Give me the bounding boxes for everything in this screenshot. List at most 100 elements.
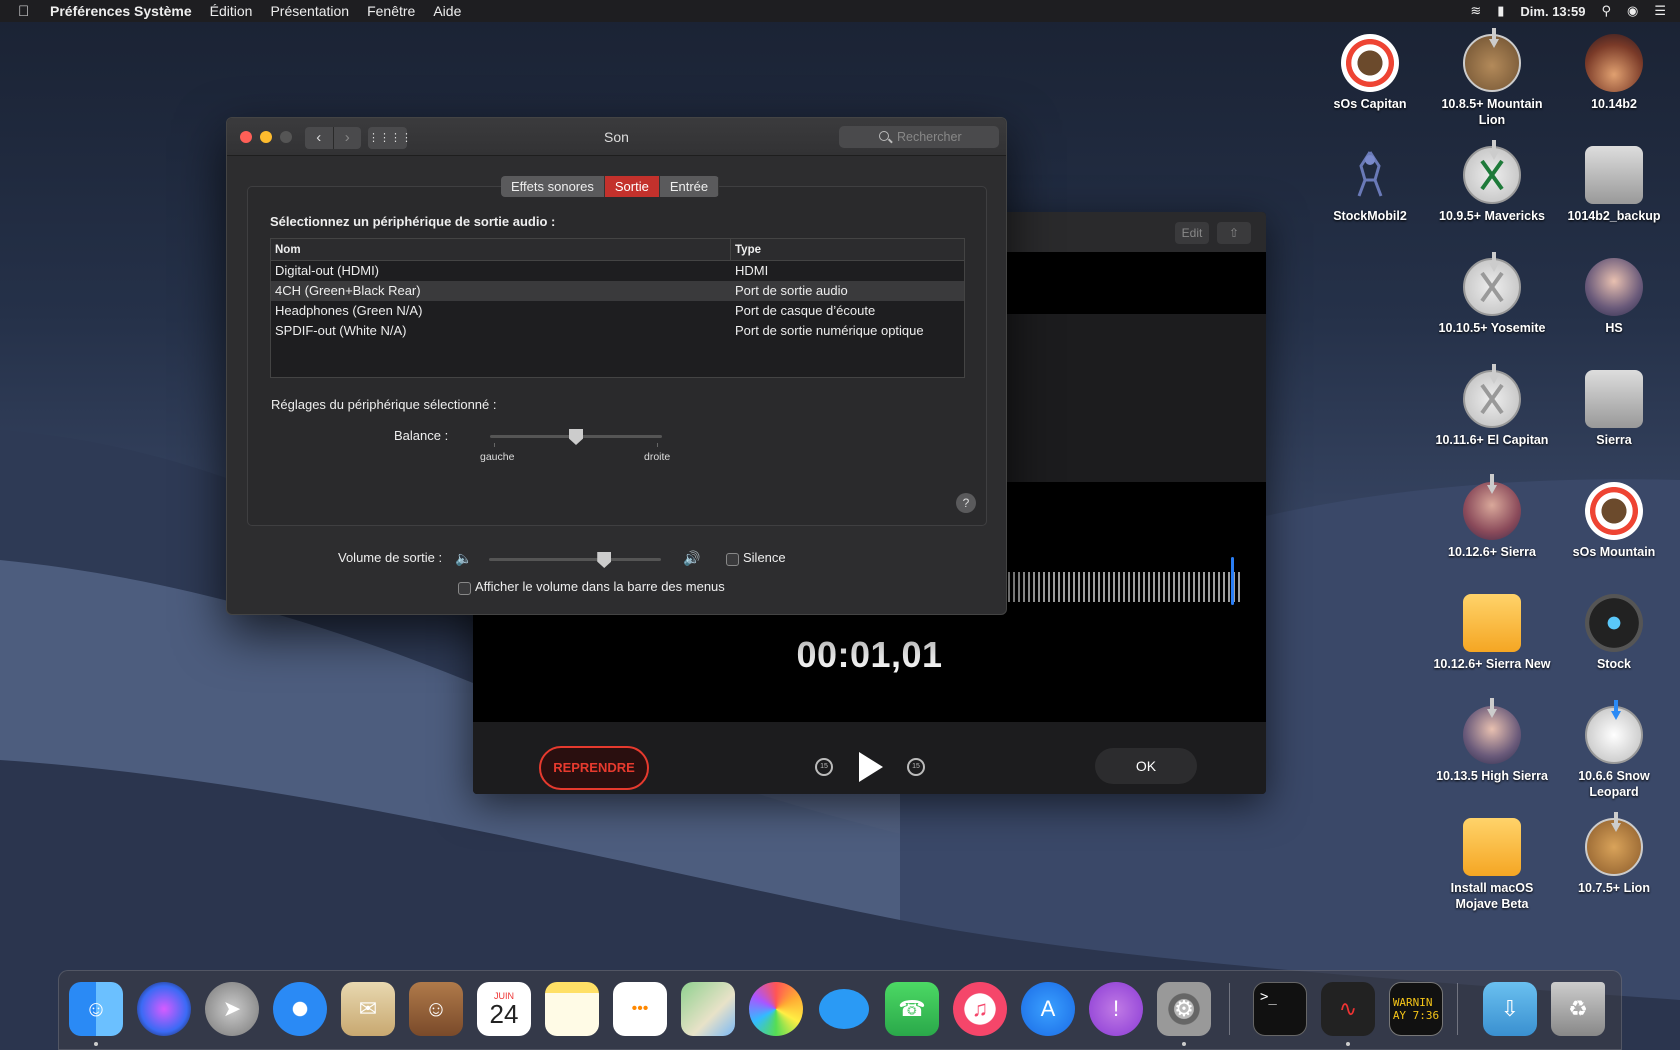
menu-presentation[interactable]: Présentation xyxy=(270,3,349,19)
output-device-table: Nom Type Digital-out (HDMI) HDMI 4CH (Gr… xyxy=(270,238,965,378)
balance-tick-left xyxy=(494,443,495,447)
output-volume-slider-thumb[interactable] xyxy=(597,552,612,568)
desktop-icon-sos-mountain[interactable]: sOs Mountain xyxy=(1554,482,1674,560)
desktop-icon-stockmobil2[interactable]: StockMobil2 xyxy=(1310,146,1430,224)
app-store-icon[interactable]: A xyxy=(1021,982,1075,1036)
siri-icon[interactable] xyxy=(137,982,191,1036)
desktop-icon-1014b2-backup[interactable]: 1014b2_backup xyxy=(1554,146,1674,224)
maps-icon[interactable] xyxy=(681,982,735,1036)
wifi-icon[interactable]: ≋ xyxy=(1470,3,1481,19)
ok-button[interactable]: OK xyxy=(1095,748,1197,784)
safari-icon[interactable] xyxy=(273,982,327,1036)
terminal-icon[interactable]: >_ xyxy=(1253,982,1307,1036)
show-volume-in-menubar-label: Afficher le volume dans la barre des men… xyxy=(475,579,725,594)
desktop-icon-yosemite[interactable]: 10.10.5+ Yosemite xyxy=(1432,252,1552,336)
voice-memos-icon[interactable]: ∿ xyxy=(1321,982,1375,1036)
device-type: Port de sortie numérique optique xyxy=(735,323,924,338)
dock-separator xyxy=(1457,983,1458,1035)
feedback-icon[interactable]: ! xyxy=(1089,982,1143,1036)
os-x-installer-icon xyxy=(1463,140,1521,204)
menu-edition[interactable]: Édition xyxy=(210,3,253,19)
robot-icon xyxy=(1341,146,1399,204)
os-x-installer-icon xyxy=(1463,252,1521,316)
reminders-icon[interactable]: ••• xyxy=(613,982,667,1036)
edit-button[interactable]: Edit xyxy=(1175,222,1209,244)
desktop-icon-label: 10.6.6 Snow Leopard xyxy=(1578,769,1650,799)
desktop-icon-mavericks[interactable]: 10.9.5+ Mavericks xyxy=(1432,140,1552,224)
notification-center-icon[interactable]: ☰ xyxy=(1654,3,1666,19)
help-button[interactable]: ? xyxy=(956,493,976,513)
photos-icon[interactable] xyxy=(749,982,803,1036)
desktop-icon-10-14b2[interactable]: 10.14b2 xyxy=(1554,34,1674,112)
downloads-folder-icon[interactable]: ⇩ xyxy=(1483,982,1537,1036)
search-field[interactable]: Rechercher xyxy=(839,126,999,148)
system-preferences-icon[interactable]: ⚙ xyxy=(1157,982,1211,1036)
messages-icon[interactable] xyxy=(817,982,871,1036)
battery-icon[interactable]: ▮ xyxy=(1497,3,1504,19)
itunes-icon[interactable]: ♫ xyxy=(953,982,1007,1036)
speaker-low-icon: 🔈 xyxy=(455,550,473,566)
sound-preferences-window: ‹ › ⋮⋮⋮⋮ Son Rechercher Sélectionnez un … xyxy=(226,117,1007,615)
table-row[interactable]: Headphones (Green N/A) Port de casque d’… xyxy=(271,301,964,321)
desktop-icon-sierra-installer[interactable]: 10.12.6+ Sierra xyxy=(1432,474,1552,560)
desktop-icon-hs[interactable]: HS xyxy=(1554,258,1674,336)
resume-button[interactable]: REPRENDRE xyxy=(539,746,649,790)
tab-sound-effects[interactable]: Effets sonores xyxy=(501,176,605,197)
desktop-icon-snow-leopard[interactable]: 10.6.6 Snow Leopard xyxy=(1554,700,1674,800)
finder-icon[interactable]: ☺ xyxy=(69,982,123,1036)
tab-input[interactable]: Entrée xyxy=(659,176,720,197)
facetime-icon[interactable]: ☎ xyxy=(885,982,939,1036)
skip-back-15-icon[interactable]: 15 xyxy=(815,758,833,776)
desktop-icon-high-sierra[interactable]: 10.13.5 High Sierra xyxy=(1432,698,1552,784)
menu-help[interactable]: Aide xyxy=(433,3,461,19)
mail-icon[interactable]: ✉ xyxy=(341,982,395,1036)
spotlight-search-icon[interactable]: ⚲ xyxy=(1601,3,1611,19)
column-header-type[interactable]: Type xyxy=(731,239,964,260)
desktop-icon-label: 10.13.5 High Sierra xyxy=(1436,769,1548,783)
skip-forward-15-icon[interactable]: 15 xyxy=(907,758,925,776)
section-heading: Sélectionnez un périphérique de sortie a… xyxy=(270,214,556,229)
output-volume-slider[interactable] xyxy=(489,558,661,561)
mute-checkbox[interactable] xyxy=(726,553,739,566)
desktop-icon-sierra[interactable]: Sierra xyxy=(1554,370,1674,448)
column-header-name[interactable]: Nom xyxy=(271,239,731,260)
balance-label: Balance : xyxy=(394,428,449,443)
device-name: 4CH (Green+Black Rear) xyxy=(275,283,421,298)
desktop-icon-install-mojave[interactable]: Install macOS Mojave Beta xyxy=(1432,818,1552,912)
calendar-icon[interactable]: JUIN 24 xyxy=(477,982,531,1036)
table-row-selected[interactable]: 4CH (Green+Black Rear) Port de sortie au… xyxy=(271,281,964,301)
playhead[interactable] xyxy=(1231,557,1234,605)
desktop-icon-mountain-lion[interactable]: 10.8.5+ Mountain Lion xyxy=(1432,28,1552,128)
table-row[interactable]: SPDIF-out (White N/A) Port de sortie num… xyxy=(271,321,964,341)
device-name: Digital-out (HDMI) xyxy=(275,263,380,278)
menu-app-name[interactable]: Préférences Système xyxy=(50,3,192,19)
tab-output[interactable]: Sortie xyxy=(604,176,660,197)
notes-icon[interactable] xyxy=(545,982,599,1036)
siri-icon[interactable]: ◉ xyxy=(1627,3,1638,19)
desktop-icon-el-capitan[interactable]: 10.11.6+ El Capitan xyxy=(1432,364,1552,448)
mojave-icon xyxy=(1585,34,1643,92)
apple-icon[interactable]:  xyxy=(18,3,38,20)
desktop-icon-label: Sierra xyxy=(1596,433,1632,447)
table-row[interactable]: Digital-out (HDMI) HDMI xyxy=(271,261,964,281)
contacts-icon[interactable]: ☺ xyxy=(409,982,463,1036)
play-icon[interactable] xyxy=(859,752,883,782)
desktop-icon-lion[interactable]: 10.7.5+ Lion xyxy=(1554,812,1674,896)
desktop-icon-label: sOs Capitan xyxy=(1333,97,1407,111)
hard-disk-icon xyxy=(1585,370,1643,428)
os-x-installer-icon xyxy=(1463,364,1521,428)
trash-icon[interactable]: ♻ xyxy=(1551,982,1605,1036)
desktop-icon-label: 10.14b2 xyxy=(1591,97,1637,111)
menu-window[interactable]: Fenêtre xyxy=(367,3,415,19)
desktop-icon-sos-capitan[interactable]: sOs Capitan xyxy=(1310,34,1430,112)
desktop-icon-stock[interactable]: Stock xyxy=(1554,594,1674,672)
console-icon[interactable]: WARNIN AY 7:36 xyxy=(1389,982,1443,1036)
menubar-clock[interactable]: Dim. 13:59 xyxy=(1520,4,1585,19)
speaker-high-icon: 🔊 xyxy=(683,550,701,566)
show-volume-in-menubar-checkbox[interactable] xyxy=(458,582,471,595)
balance-slider-thumb[interactable] xyxy=(569,429,583,445)
desktop-icon-sierra-new[interactable]: 10.12.6+ Sierra New xyxy=(1432,594,1552,672)
launchpad-icon[interactable]: ➤ xyxy=(205,982,259,1036)
share-icon[interactable]: ⇧ xyxy=(1217,222,1251,244)
orange-disk-icon xyxy=(1463,818,1521,876)
